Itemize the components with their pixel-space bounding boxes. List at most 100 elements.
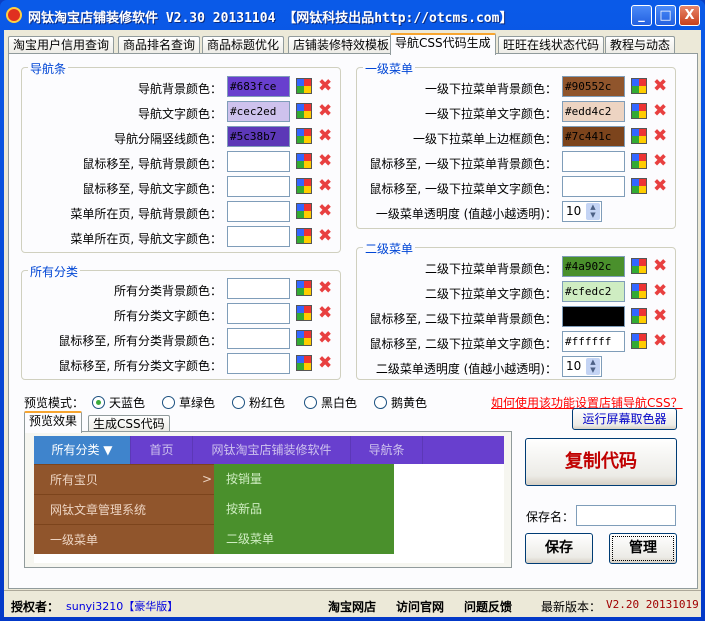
preview-nav-item[interactable]: 网钛淘宝店铺装修软件 [193, 436, 351, 464]
clear-icon[interactable]: ✖ [318, 128, 332, 145]
tab-1[interactable]: 淘宝用户信用查询 [8, 36, 115, 54]
color-input[interactable]: #cec2ed [227, 101, 290, 122]
color-picker-icon[interactable] [296, 355, 312, 371]
preview-nav-item[interactable]: 首页 [131, 436, 193, 464]
color-picker-icon[interactable] [296, 153, 312, 169]
color-picker-icon[interactable] [296, 280, 312, 296]
color-input[interactable] [227, 226, 290, 247]
color-picker-icon[interactable] [296, 128, 312, 144]
preview-menu2-item[interactable]: 按新品 [214, 494, 394, 524]
color-input[interactable]: #7c441c [562, 126, 625, 147]
color-picker-icon[interactable] [296, 103, 312, 119]
color-input[interactable] [227, 353, 290, 374]
preview-menu1-item[interactable]: 网钛文章管理系统 [34, 494, 214, 524]
spinner-arrows-icon[interactable]: ▲ ▼ [586, 358, 600, 375]
preview-menu2-item[interactable]: 二级菜单 [214, 524, 394, 554]
color-picker-icon[interactable] [296, 305, 312, 321]
color-input[interactable] [227, 151, 290, 172]
preview-nav-item[interactable]: 导航条 [351, 436, 423, 464]
color-picker-icon[interactable] [631, 153, 647, 169]
clear-icon[interactable]: ✖ [318, 203, 332, 220]
color-input[interactable]: #683fce [227, 76, 290, 97]
clear-icon[interactable]: ✖ [318, 78, 332, 95]
opacity-spinner[interactable]: 10 ▲ ▼ [562, 356, 602, 377]
color-input[interactable] [562, 151, 625, 172]
color-input[interactable]: #4a902c [562, 256, 625, 277]
color-input[interactable] [227, 303, 290, 324]
tab-5[interactable]: 导航CSS代码生成 [390, 33, 496, 55]
clear-icon[interactable]: ✖ [318, 103, 332, 120]
tab-7[interactable]: 教程与动态 [605, 36, 676, 54]
radio-circle-icon[interactable] [374, 396, 387, 409]
color-input[interactable]: #5c38b7 [227, 126, 290, 147]
preview-mode-radio-4[interactable]: 黑白色 [304, 394, 357, 411]
tab-4[interactable]: 店铺装修特效模板 [288, 36, 395, 54]
preview-mode-radio-5[interactable]: 鹅黄色 [374, 394, 427, 411]
clear-icon[interactable]: ✖ [653, 103, 667, 120]
clear-icon[interactable]: ✖ [653, 178, 667, 195]
tab-6[interactable]: 旺旺在线状态代码 [498, 36, 605, 54]
color-input[interactable] [227, 278, 290, 299]
color-input[interactable] [562, 176, 625, 197]
clear-icon[interactable]: ✖ [318, 355, 332, 372]
preview-menu2-item[interactable]: 按销量 [214, 464, 394, 494]
color-input[interactable] [227, 328, 290, 349]
opacity-spinner[interactable]: 10 ▲ ▼ [562, 201, 602, 222]
save-button[interactable]: 保存 [525, 533, 593, 564]
link-taobao-shop[interactable]: 淘宝网店 [328, 598, 376, 615]
clear-icon[interactable]: ✖ [653, 128, 667, 145]
radio-circle-icon[interactable] [92, 396, 105, 409]
clear-icon[interactable]: ✖ [318, 178, 332, 195]
minimize-button[interactable]: _ [631, 5, 652, 26]
spinner-arrows-icon[interactable]: ▲ ▼ [586, 203, 600, 220]
color-picker-icon[interactable] [296, 178, 312, 194]
clear-icon[interactable]: ✖ [318, 153, 332, 170]
color-input[interactable] [562, 306, 625, 327]
clear-icon[interactable]: ✖ [318, 305, 332, 322]
clear-icon[interactable]: ✖ [318, 280, 332, 297]
clear-icon[interactable]: ✖ [318, 330, 332, 347]
radio-circle-icon[interactable] [304, 396, 317, 409]
color-input[interactable]: #cfedc2 [562, 281, 625, 302]
preview-mode-radio-2[interactable]: 草绿色 [162, 394, 215, 411]
clear-icon[interactable]: ✖ [653, 78, 667, 95]
color-picker-icon[interactable] [296, 228, 312, 244]
color-picker-icon[interactable] [631, 78, 647, 94]
clear-icon[interactable]: ✖ [653, 258, 667, 275]
color-picker-icon[interactable] [631, 178, 647, 194]
clear-icon[interactable]: ✖ [653, 308, 667, 325]
screen-color-picker-button[interactable]: 运行屏幕取色器 [572, 408, 677, 430]
color-picker-icon[interactable] [631, 283, 647, 299]
color-input[interactable] [227, 176, 290, 197]
maximize-button[interactable]: □ [655, 5, 676, 26]
preview-tab-css[interactable]: 生成CSS代码 [88, 415, 170, 431]
color-picker-icon[interactable] [631, 103, 647, 119]
color-input[interactable]: #90552c [562, 76, 625, 97]
color-picker-icon[interactable] [296, 78, 312, 94]
save-name-input[interactable] [576, 505, 676, 526]
color-picker-icon[interactable] [631, 128, 647, 144]
color-picker-icon[interactable] [631, 308, 647, 324]
preview-menu1-item[interactable]: 所有宝贝 [34, 464, 214, 494]
radio-circle-icon[interactable] [162, 396, 175, 409]
clear-icon[interactable]: ✖ [318, 228, 332, 245]
color-picker-icon[interactable] [631, 258, 647, 274]
color-input[interactable]: #edd4c2 [562, 101, 625, 122]
manage-button[interactable]: 管理 [609, 533, 677, 564]
tab-2[interactable]: 商品排名查询 [118, 36, 201, 54]
clear-icon[interactable]: ✖ [653, 153, 667, 170]
tab-3[interactable]: 商品标题优化 [202, 36, 285, 54]
color-input[interactable] [227, 201, 290, 222]
close-button[interactable]: X [679, 5, 700, 26]
link-official-site[interactable]: 访问官网 [396, 598, 444, 615]
preview-mode-radio-1[interactable]: 天蓝色 [92, 394, 145, 411]
radio-circle-icon[interactable] [232, 396, 245, 409]
title-bar[interactable]: 网钛淘宝店铺装修软件 V2.30 20131104 【网钛科技出品http://… [0, 0, 705, 30]
clear-icon[interactable]: ✖ [653, 333, 667, 350]
clear-icon[interactable]: ✖ [653, 283, 667, 300]
link-feedback[interactable]: 问题反馈 [464, 598, 512, 615]
color-picker-icon[interactable] [296, 330, 312, 346]
color-picker-icon[interactable] [296, 203, 312, 219]
preview-tab-effect[interactable]: 预览效果 [24, 411, 83, 433]
color-picker-icon[interactable] [631, 333, 647, 349]
